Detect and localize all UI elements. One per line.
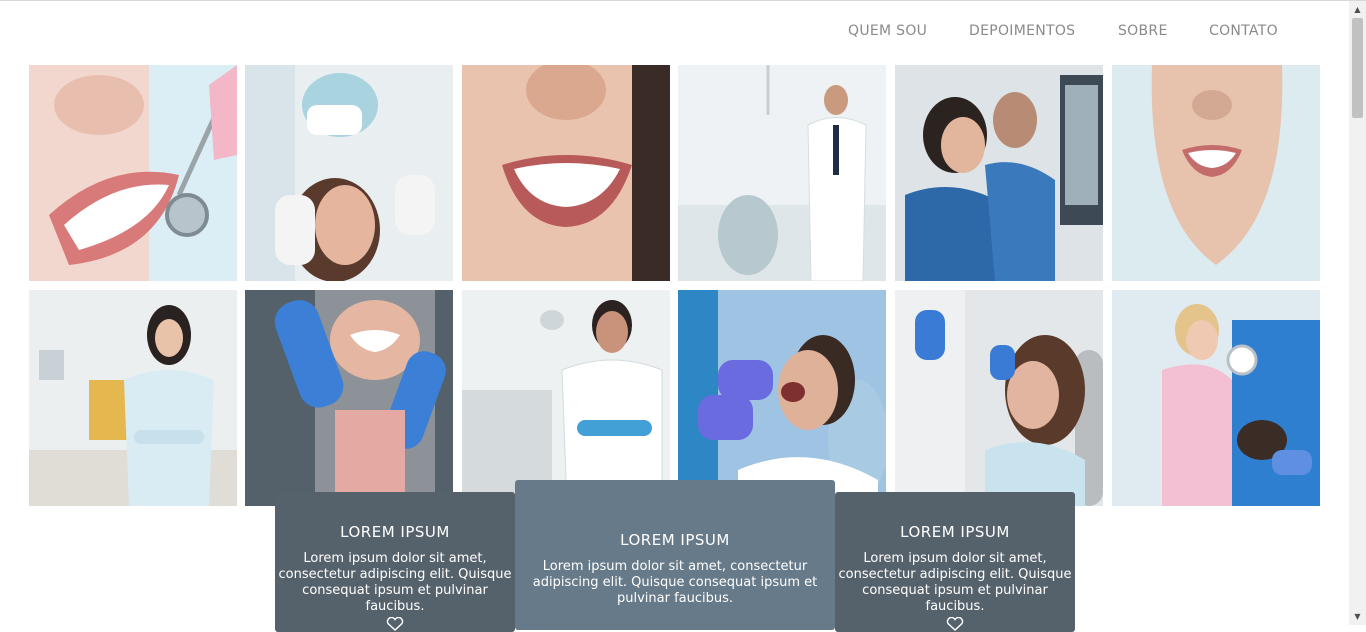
feature-card-center: LOREM IPSUM Lorem ipsum dolor sit amet, … bbox=[515, 480, 835, 630]
main-nav: QUEM SOU DEPOIMENTOS SOBRE CONTATO bbox=[0, 23, 1366, 43]
feature-card-title: LOREM IPSUM bbox=[620, 531, 730, 549]
photo-dentist-standing-in-clinic bbox=[678, 65, 886, 281]
photo-male-dentist-arms-crossed bbox=[462, 290, 670, 506]
photo-female-dentist-portrait bbox=[29, 290, 237, 506]
feature-card-text: Lorem ipsum dolor sit amet, consectetur … bbox=[838, 551, 1072, 614]
nav-link-depoimentos[interactable]: DEPOIMENTOS bbox=[969, 23, 1075, 39]
photo-man-in-dental-chair bbox=[678, 290, 886, 506]
photo-dentist-treating-patient bbox=[245, 65, 453, 281]
heart-icon bbox=[946, 617, 964, 631]
feature-card-left: LOREM IPSUM Lorem ipsum dolor sit amet, … bbox=[275, 492, 515, 632]
feature-card-title: LOREM IPSUM bbox=[340, 523, 450, 541]
photo-dentist-with-microscope bbox=[1112, 290, 1320, 506]
photo-woman-smiling bbox=[1112, 65, 1320, 281]
nav-link-quem-sou[interactable]: QUEM SOU bbox=[848, 23, 927, 39]
feature-card-title: LOREM IPSUM bbox=[900, 523, 1010, 541]
photo-dentists-viewing-xray bbox=[895, 65, 1103, 281]
photo-smile-with-dental-mirror bbox=[29, 65, 237, 281]
photo-woman-in-dental-chair bbox=[895, 290, 1103, 506]
scrollbar-thumb[interactable] bbox=[1352, 18, 1363, 118]
feature-card-text: Lorem ipsum dolor sit amet, consectetur … bbox=[278, 551, 512, 614]
scroll-down-arrow-icon[interactable]: ▼ bbox=[1349, 608, 1366, 625]
nav-link-contato[interactable]: CONTATO bbox=[1209, 23, 1278, 39]
photo-smile-closeup bbox=[462, 65, 670, 281]
feature-card-text: Lorem ipsum dolor sit amet, consectetur … bbox=[532, 559, 818, 606]
photo-gloved-hands-treating-smile bbox=[245, 290, 453, 506]
nav-link-sobre[interactable]: SOBRE bbox=[1118, 23, 1168, 39]
scroll-up-arrow-icon[interactable]: ▲ bbox=[1349, 1, 1366, 18]
feature-card-right: LOREM IPSUM Lorem ipsum dolor sit amet, … bbox=[835, 492, 1075, 632]
heart-icon bbox=[386, 617, 404, 631]
vertical-scrollbar[interactable]: ▲ ▼ bbox=[1349, 1, 1366, 625]
